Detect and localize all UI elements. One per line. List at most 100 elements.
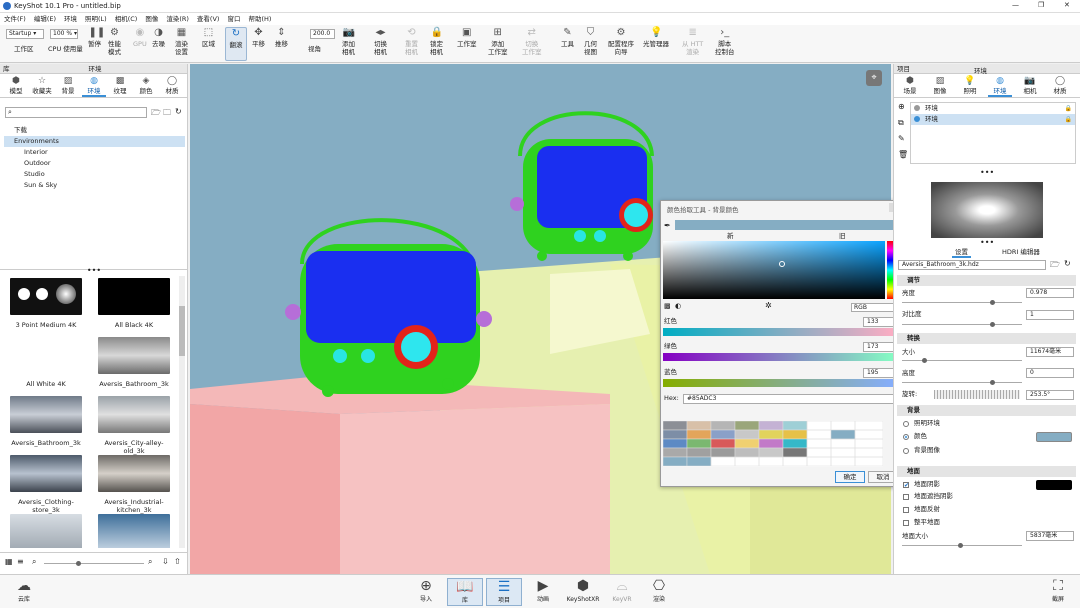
menu-camera[interactable]: 相机(C) — [111, 13, 142, 25]
brightness-field[interactable]: 0.978 — [1026, 288, 1074, 298]
library-button[interactable]: 📖 库 — [447, 578, 483, 606]
tab-colors[interactable]: ◈ 颜色 — [134, 76, 158, 95]
eyedropper-icon[interactable]: ✒ — [664, 221, 671, 230]
tree-item-outdoor[interactable]: Outdoor — [4, 158, 185, 169]
tree-item-sun-sky[interactable]: Sun & Sky — [4, 180, 185, 191]
swatch-grid[interactable] — [662, 420, 884, 467]
tab-image[interactable]: ▨ 图像 — [928, 76, 952, 95]
zoom-in-icon[interactable]: ⌕ — [148, 557, 152, 567]
viewport-overlay-icon[interactable]: ⌖ — [866, 70, 882, 86]
ok-button[interactable]: 确定 — [835, 471, 865, 483]
render-button[interactable]: ⎔ 渲染 — [641, 578, 677, 604]
menu-render[interactable]: 渲染(R) — [162, 13, 193, 25]
background-color-swatch[interactable] — [1036, 432, 1072, 442]
delete-env-icon[interactable]: 🗑 — [898, 150, 908, 159]
menu-help[interactable]: 帮助(H) — [244, 13, 275, 25]
env-thumb-all-white[interactable]: All White 4K — [10, 337, 82, 388]
contrast-slider[interactable] — [902, 322, 1022, 327]
panel-splitter[interactable]: ••• — [0, 267, 188, 275]
radio-color[interactable] — [903, 434, 909, 440]
tree-item-downloads[interactable]: 下载 — [4, 125, 185, 136]
radio-lighting-env[interactable] — [903, 421, 909, 427]
reset-camera-button[interactable]: ⟲ 重置 相机 — [405, 27, 418, 56]
library-scrollbar[interactable] — [179, 276, 185, 548]
size-slider[interactable] — [902, 358, 1022, 363]
dolly-button[interactable]: ⇕ 推移 — [275, 27, 288, 48]
duplicate-env-icon[interactable]: ⧉ — [898, 118, 904, 128]
hdri-file-field[interactable]: Aversis_Bathroom_3k.hdz — [898, 260, 1046, 270]
brightness-slider[interactable] — [902, 300, 1022, 305]
env-thumb-all-black[interactable]: All Black 4K — [98, 278, 170, 329]
red-field[interactable]: 133 — [863, 317, 895, 327]
tab-materials[interactable]: ◯ 材质 — [160, 76, 184, 95]
import-button[interactable]: ⊕ 导入 — [408, 578, 444, 604]
focal-length-field[interactable]: 200.0 — [310, 29, 335, 39]
hex-field[interactable]: #85ADC3 — [683, 394, 897, 404]
height-field[interactable]: 0 — [1026, 368, 1074, 378]
workspace-select[interactable]: Startup ▾ — [6, 29, 44, 39]
list-view-icon[interactable]: ≡ — [17, 557, 24, 566]
keyvr-button[interactable]: ⌓ KeyVR — [604, 578, 640, 604]
region-button[interactable]: ⬚ 区域 — [202, 27, 215, 48]
lock-icon[interactable]: 🔒 — [1065, 103, 1072, 114]
menu-environment[interactable]: 环境 — [60, 13, 81, 25]
lock-camera-button[interactable]: 🔒 锁定 相机 — [430, 27, 443, 56]
switch-studio-button[interactable]: ⇄ 切换 工作室 — [522, 27, 542, 56]
tab-backplates[interactable]: ▨ 背景 — [56, 76, 80, 95]
env-list-item[interactable]: 环境 🔒 — [911, 103, 1075, 114]
blue-slider[interactable] — [663, 379, 897, 387]
env-thumb-aversis-bathroom[interactable]: Aversis_Bathroom_3k — [98, 337, 170, 388]
cpu-usage-button[interactable]: CPU 使用量 — [48, 45, 83, 53]
download-icon[interactable]: ⇩ — [162, 557, 169, 566]
subtab-hdri-editor[interactable]: HDRI 编辑器 — [1002, 246, 1040, 256]
transform-section[interactable]: 转换 — [897, 333, 1076, 344]
tree-item-studio[interactable]: Studio — [4, 169, 185, 180]
upload-icon[interactable]: ⇧ — [174, 557, 181, 566]
menu-window[interactable]: 窗口 — [223, 13, 244, 25]
denoise-button[interactable]: ◑ 去噪 — [152, 27, 165, 48]
script-console-button[interactable]: ›_ 脚本 控制台 — [715, 27, 735, 56]
library-search-input[interactable]: ⌕ — [5, 107, 147, 118]
folder-open-icon[interactable]: 🗀 — [163, 107, 171, 121]
tab-camera[interactable]: 📷 相机 — [1018, 76, 1042, 95]
thumbnail-size-slider[interactable] — [44, 561, 144, 566]
adjust-section[interactable]: 调节 — [897, 275, 1076, 286]
close-button[interactable]: ✕ — [1064, 1, 1070, 9]
project-button[interactable]: ☰ 项目 — [486, 578, 522, 606]
minimize-button[interactable]: — — [1012, 1, 1019, 9]
background-section[interactable]: 背景 — [897, 405, 1076, 416]
contrast-field[interactable]: 1 — [1026, 310, 1074, 320]
grid-view-icon[interactable]: ▦ — [5, 557, 13, 566]
env-thumb-aversis-city-alley[interactable]: Aversis_City-alley-old_3k — [98, 396, 170, 455]
light-manager-button[interactable]: 💡 光管理器 — [643, 27, 669, 48]
ground-section[interactable]: 地面 — [897, 466, 1076, 477]
ground-shadow-checkbox[interactable]: ✔ — [903, 482, 909, 489]
switch-camera-button[interactable]: ◂▸ 切换 相机 — [374, 27, 387, 56]
tab-material[interactable]: ◯ 材质 — [1048, 76, 1072, 95]
menu-file[interactable]: 文件(F) — [0, 13, 30, 25]
env-thumb-more-1[interactable] — [10, 514, 82, 548]
saturation-value-area[interactable] — [663, 241, 885, 299]
ground-size-field[interactable]: 5837毫米 — [1026, 531, 1074, 541]
refresh-icon[interactable]: ↻ — [1064, 259, 1071, 268]
color-mode-select[interactable]: RGB▾ — [851, 303, 897, 312]
pause-button[interactable]: ❚❚ 暂停 — [88, 27, 105, 48]
rotate-slider[interactable] — [934, 390, 1020, 399]
geometry-view-button[interactable]: ⛉ 几何 视图 — [584, 27, 597, 56]
configurator-wizard-button[interactable]: ⚙ 配置程序 向导 — [608, 27, 634, 56]
tools-button[interactable]: ✎ 工具 — [561, 27, 574, 48]
green-slider[interactable] — [663, 353, 897, 361]
flatten-ground-checkbox[interactable] — [903, 520, 909, 526]
tab-environments[interactable]: ◍ 环境 — [82, 76, 106, 97]
folder-icon[interactable]: 🗁 — [151, 107, 161, 121]
height-slider[interactable] — [902, 380, 1022, 385]
keyshotxr-button[interactable]: ⬢ KeyShotXR — [563, 578, 603, 604]
env-thumb-aversis-bathroom-2[interactable]: Aversis_Bathroom_3k — [10, 396, 82, 447]
zoom-out-icon[interactable]: ⌕ — [32, 557, 36, 567]
tab-lighting[interactable]: 💡 照明 — [958, 76, 982, 95]
env-thumb-aversis-industrial-kitchen[interactable]: Aversis_Industrial-kitchen_3k — [98, 455, 170, 514]
panel-splitter[interactable]: ••• — [980, 169, 994, 177]
add-env-icon[interactable]: ⊕ — [898, 102, 905, 111]
pan-button[interactable]: ✥ 平移 — [252, 27, 265, 48]
animation-button[interactable]: ▶ 动画 — [525, 578, 561, 604]
